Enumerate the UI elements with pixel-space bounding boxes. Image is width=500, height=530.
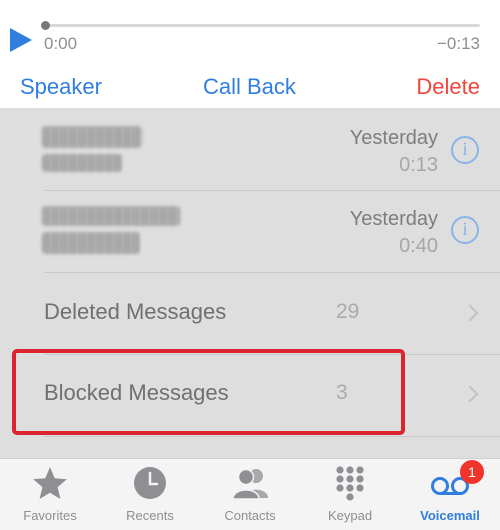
tab-voicemail[interactable]: 1 Voicemail [400,459,500,530]
star-icon [33,467,67,499]
chevron-right-icon [461,385,479,403]
tab-contacts[interactable]: Contacts [200,459,300,530]
playback-scrubber[interactable] [41,21,480,30]
voicemail-actions: Speaker Call Back Delete [0,68,500,108]
voicemail-duration: 0:13 [399,154,438,176]
info-icon[interactable]: i [451,136,479,164]
tab-label: Favorites [23,508,77,523]
play-icon[interactable] [8,27,34,53]
voicemail-row[interactable]: Yesterday 0:40 i [0,190,500,272]
row-divider [44,436,500,437]
voicemail-row[interactable]: Yesterday 0:13 i [0,108,500,190]
voicemail-date: Yesterday [349,127,438,149]
tab-bar: Favorites Recents Contacts Keypad 1 Voic… [0,458,500,530]
blurred-caller-detail [42,154,122,172]
scrubber-knob[interactable] [41,21,50,30]
remaining-time: −0:13 [436,34,480,53]
tab-label: Contacts [224,508,276,523]
voicemail-badge: 1 [460,460,484,484]
voicemail-duration: 0:40 [399,235,438,257]
info-icon[interactable]: i [451,216,479,244]
tab-favorites[interactable]: Favorites [0,459,100,530]
folder-label: Deleted Messages [44,299,227,324]
blurred-caller-detail [42,232,140,254]
clock-icon [134,467,166,499]
voicemail-player: 0:00 −0:13 [0,0,500,68]
tab-recents[interactable]: Recents [100,459,200,530]
contacts-icon [232,468,268,500]
voicemail-date: Yesterday [349,208,438,230]
chevron-right-icon [461,304,479,322]
tab-label: Recents [126,508,174,523]
elapsed-time: 0:00 [44,34,78,53]
blurred-caller-name [42,206,180,226]
keypad-icon [336,466,364,501]
highlight-box [12,349,405,435]
blurred-caller-name [42,126,142,148]
folder-count: 29 [336,300,360,323]
speaker-button[interactable]: Speaker [20,74,102,100]
folder-row-deleted[interactable]: Deleted Messages 29 [0,272,500,354]
call-back-button[interactable]: Call Back [203,74,296,100]
tab-label: Keypad [327,508,373,523]
tab-label: Voicemail [420,508,480,523]
delete-button[interactable]: Delete [416,74,480,100]
tab-keypad[interactable]: Keypad [300,459,400,530]
